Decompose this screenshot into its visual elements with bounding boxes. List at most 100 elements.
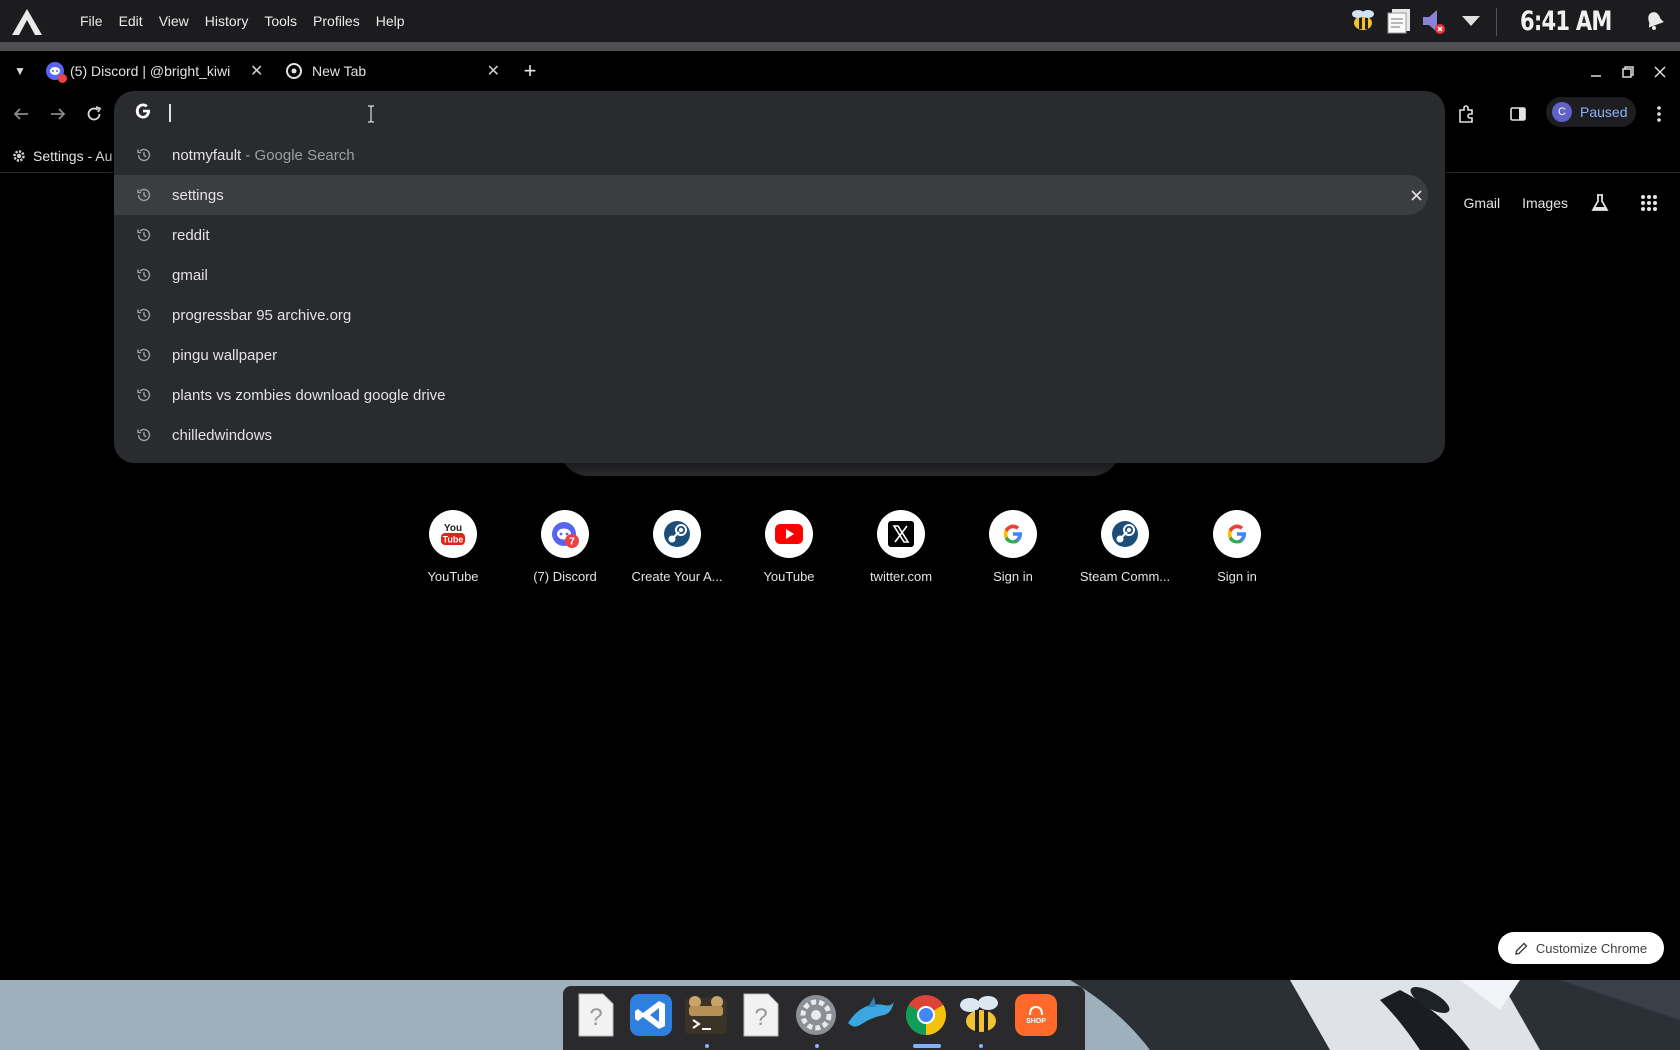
titlebar-separator bbox=[0, 42, 1680, 51]
svg-text:7: 7 bbox=[569, 537, 575, 548]
menu-profiles[interactable]: Profiles bbox=[305, 0, 368, 42]
tab-title: (5) Discord | @bright_kiwi bbox=[70, 63, 231, 79]
bee-tray-icon[interactable] bbox=[1348, 6, 1378, 36]
svg-text:You: You bbox=[444, 523, 462, 534]
shortcut-tile[interactable]: You Tube YouTube bbox=[398, 510, 508, 600]
steam-icon bbox=[653, 510, 701, 558]
menu-help[interactable]: Help bbox=[368, 0, 413, 42]
bookmark-settings[interactable]: Settings - Au bbox=[12, 143, 112, 169]
youtube-classic-icon: You Tube bbox=[429, 510, 477, 558]
google-icon bbox=[989, 510, 1037, 558]
profile-chip[interactable]: C Paused bbox=[1546, 97, 1636, 127]
shop-icon[interactable]: SHOP bbox=[1011, 990, 1061, 1040]
clipboard-tray-icon[interactable] bbox=[1384, 6, 1414, 36]
bee-icon[interactable] bbox=[956, 990, 1006, 1040]
suggestion-row[interactable]: plants vs zombies download google drive bbox=[114, 375, 1445, 415]
menu-file[interactable]: File bbox=[72, 0, 111, 42]
suggestion-text: progressbar 95 archive.org bbox=[172, 306, 352, 324]
apps-grid-icon[interactable] bbox=[1640, 194, 1658, 212]
vscode-icon[interactable] bbox=[626, 990, 676, 1040]
close-window-icon[interactable] bbox=[1646, 59, 1674, 85]
extensions-icon[interactable] bbox=[1451, 99, 1481, 129]
bookmark-label: Settings - Au bbox=[33, 148, 113, 164]
google-g-icon bbox=[134, 102, 156, 124]
shop-label: SHOP bbox=[1026, 1017, 1046, 1025]
forward-icon[interactable] bbox=[43, 99, 73, 129]
tab-title: New Tab bbox=[312, 63, 367, 79]
svg-text:?: ? bbox=[589, 1004, 602, 1031]
unknown-file-icon[interactable]: ? bbox=[571, 990, 621, 1040]
shortcut-tile[interactable]: Sign in bbox=[1182, 510, 1292, 600]
avatar: C bbox=[1552, 102, 1572, 122]
labs-flask-icon[interactable] bbox=[1590, 193, 1610, 213]
dolphin-icon[interactable] bbox=[846, 990, 896, 1040]
suggestion-row[interactable]: reddit bbox=[114, 215, 1445, 255]
shortcut-tile[interactable]: Steam Comm... bbox=[1070, 510, 1180, 600]
shortcut-tile[interactable]: YouTube bbox=[734, 510, 844, 600]
suggestion-row[interactable]: pingu wallpaper bbox=[114, 335, 1445, 375]
tab-new-tab[interactable]: New Tab ✕ bbox=[286, 55, 500, 87]
google-icon bbox=[1213, 510, 1261, 558]
side-panel-icon[interactable] bbox=[1503, 99, 1533, 129]
images-link[interactable]: Images bbox=[1522, 195, 1568, 211]
shortcut-label: YouTube bbox=[763, 569, 815, 584]
settings-icon[interactable] bbox=[791, 990, 841, 1040]
ntp-header: Gmail Images bbox=[1464, 190, 1680, 216]
shortcut-tile[interactable]: 7 (7) Discord bbox=[510, 510, 620, 600]
menu-edit[interactable]: Edit bbox=[111, 0, 151, 42]
suggestion-text: chilledwindows bbox=[172, 426, 273, 444]
youtube-icon bbox=[765, 510, 813, 558]
suggestion-row[interactable]: gmail bbox=[114, 255, 1445, 295]
terminal-icon[interactable] bbox=[681, 990, 731, 1040]
omnibox-dropdown: notmyfault - Google Search settings redd… bbox=[114, 91, 1445, 463]
tray-expand-icon[interactable] bbox=[1458, 6, 1484, 36]
tab-search-chevron-icon[interactable]: ▼ bbox=[10, 61, 30, 81]
gear-icon bbox=[12, 149, 26, 163]
tab-close-icon[interactable]: ✕ bbox=[250, 61, 263, 81]
chrome-icon bbox=[286, 63, 302, 79]
customize-chrome-button[interactable]: Customize Chrome bbox=[1498, 932, 1664, 964]
menu-view[interactable]: View bbox=[151, 0, 197, 42]
suggestion-text: reddit bbox=[172, 226, 210, 244]
history-clock-icon bbox=[136, 307, 152, 323]
volume-muted-tray-icon[interactable] bbox=[1418, 6, 1448, 36]
history-clock-icon bbox=[136, 227, 152, 243]
suggestion-row[interactable]: chilledwindows bbox=[114, 415, 1445, 455]
tab-strip: ▼ (5) Discord | @bright_kiwi ✕ New Tab ✕… bbox=[0, 51, 1680, 89]
distro-logo-icon[interactable] bbox=[10, 8, 44, 36]
shortcut-tile[interactable]: twitter.com bbox=[846, 510, 956, 600]
suggestion-row-selected[interactable]: settings bbox=[114, 175, 1428, 215]
svg-text:Tube: Tube bbox=[443, 535, 464, 545]
active-app-indicator bbox=[913, 1044, 941, 1048]
unknown-file-icon[interactable]: ? bbox=[736, 990, 786, 1040]
shortcut-tile[interactable]: Create Your A... bbox=[622, 510, 732, 600]
suggestion-text: plants vs zombies download google drive bbox=[172, 386, 446, 404]
omnibox-input[interactable] bbox=[114, 91, 1445, 135]
system-menubar: File Edit View History Tools Profiles He… bbox=[0, 0, 1680, 42]
reload-icon[interactable] bbox=[79, 99, 109, 129]
menu-tools[interactable]: Tools bbox=[256, 0, 305, 42]
tab-close-icon[interactable]: ✕ bbox=[487, 61, 500, 81]
more-menu-icon[interactable] bbox=[1644, 99, 1674, 129]
clock[interactable]: 6:41 AM bbox=[1520, 4, 1612, 40]
tab-discord[interactable]: (5) Discord | @bright_kiwi ✕ bbox=[46, 55, 268, 87]
notifications-icon[interactable] bbox=[1640, 6, 1670, 36]
shortcut-label: Sign in bbox=[1217, 569, 1257, 584]
shortcut-tile[interactable]: Sign in bbox=[958, 510, 1068, 600]
ibeam-cursor-icon bbox=[366, 105, 376, 123]
running-indicator bbox=[979, 1044, 983, 1048]
menu-history[interactable]: History bbox=[197, 0, 257, 42]
back-icon[interactable] bbox=[6, 99, 36, 129]
restore-icon[interactable] bbox=[1614, 59, 1642, 85]
chrome-icon[interactable] bbox=[901, 990, 951, 1040]
shortcut-label: Steam Comm... bbox=[1079, 569, 1171, 584]
history-clock-icon bbox=[136, 147, 152, 163]
new-tab-plus-icon[interactable]: + bbox=[518, 57, 542, 85]
gmail-link[interactable]: Gmail bbox=[1464, 195, 1501, 211]
customize-label: Customize Chrome bbox=[1535, 940, 1648, 956]
suggestion-text: notmyfault bbox=[172, 146, 242, 164]
minimize-icon[interactable] bbox=[1582, 59, 1610, 85]
suggestion-row[interactable]: notmyfault - Google Search bbox=[114, 135, 1445, 175]
remove-suggestion-close-icon[interactable] bbox=[1396, 175, 1436, 215]
suggestion-row[interactable]: progressbar 95 archive.org bbox=[114, 295, 1445, 335]
